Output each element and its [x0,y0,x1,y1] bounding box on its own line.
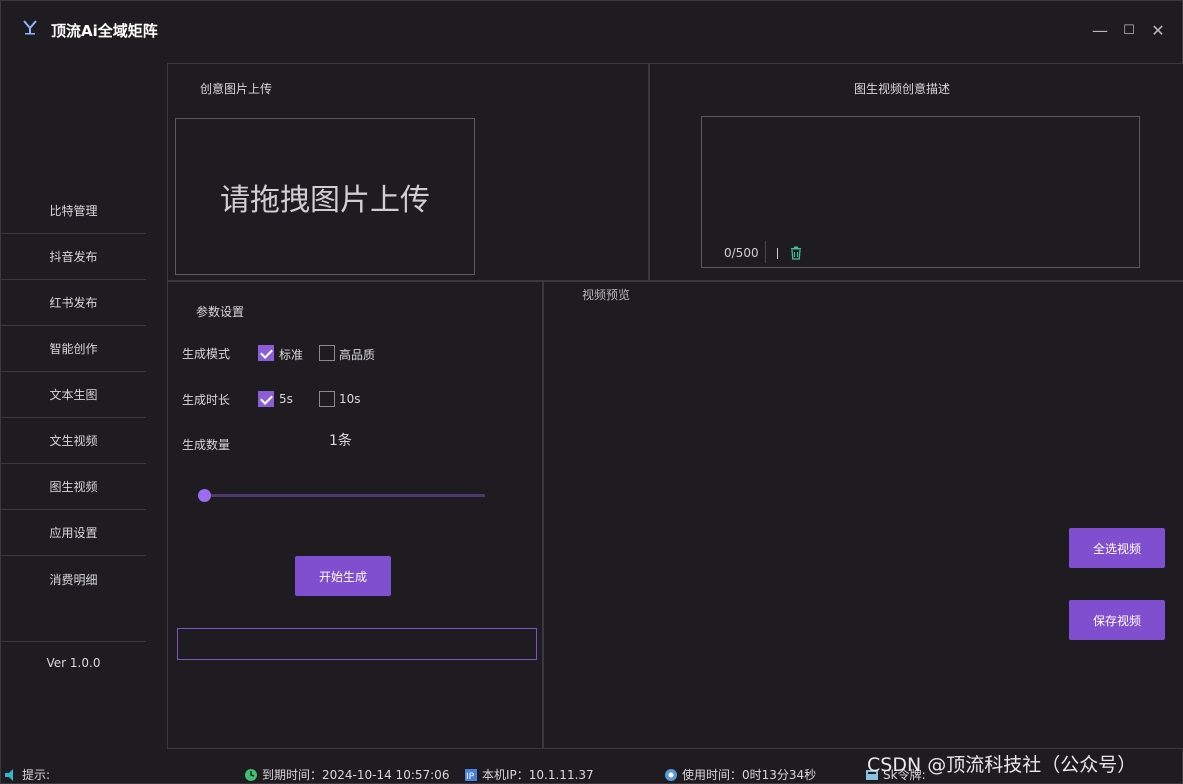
params-panel-title: 参数设置 [196,305,245,319]
mode-label: 生成模式 [182,347,231,361]
status-hint: 提示: [4,766,50,783]
duration-5s-checkbox[interactable] [258,391,274,407]
description-panel-title: 图生视频创意描述 [854,82,951,96]
clock-icon [245,768,257,781]
divider [765,241,766,263]
sidebar-item-consumption[interactable]: 消费明细 [1,556,146,602]
log-output-box [177,628,537,660]
minimize-button[interactable]: — [1090,21,1110,41]
status-expiry-text: 到期时间：2024-10-14 10:57:06 [262,768,450,782]
app-title: 顶流Ai全域矩阵 [51,22,158,40]
save-video-button[interactable]: 保存视频 [1069,600,1165,640]
status-expiry: 到期时间：2024-10-14 10:57:06 [244,766,449,783]
status-hint-text: 提示: [22,768,51,782]
text-cursor [777,248,778,259]
svg-text:IP: IP [466,772,475,782]
start-generate-button[interactable]: 开始生成 [295,556,391,596]
trash-icon[interactable] [789,246,803,260]
status-usage: 使用时间：0时13分34秒 [664,766,816,783]
mode-standard-label: 标准 [279,348,304,362]
title-bar: 顶流Ai全域矩阵 — ☐ ✕ [1,1,1183,61]
sidebar-item-app-settings[interactable]: 应用设置 [1,510,146,556]
description-textarea[interactable]: 0/500 [701,116,1140,268]
duration-10s-label: 10s [339,392,361,406]
ip-icon: IP [465,768,477,782]
sidebar-item-bit-management[interactable]: 比特管理 [1,188,146,234]
close-button[interactable]: ✕ [1148,21,1168,41]
preview-panel-title: 视频预览 [582,288,631,302]
sidebar-item-text-to-video[interactable]: 文生视频 [1,418,146,464]
upload-panel-title: 创意图片上传 [200,82,273,96]
sidebar-item-douyin-publish[interactable]: 抖音发布 [1,234,146,280]
status-usage-text: 使用时间：0时13分34秒 [682,768,817,782]
status-ip-text: 本机IP：10.1.11.37 [482,768,594,782]
count-value: 1条 [329,433,352,449]
count-slider-thumb[interactable] [198,489,211,502]
mode-high-quality-checkbox[interactable] [319,345,335,361]
mode-high-quality-label: 高品质 [339,348,376,362]
maximize-button[interactable]: ☐ [1119,21,1139,41]
watermark-text: CSDN @顶流科技社（公众号） [867,754,1137,776]
app-logo-icon [23,20,37,35]
mode-standard-checkbox[interactable] [258,345,274,361]
sidebar-item-text-to-image[interactable]: 文本生图 [1,372,146,418]
sidebar-item-smart-creation[interactable]: 智能创作 [1,326,146,372]
duration-10s-checkbox[interactable] [319,391,335,407]
image-drop-zone[interactable]: 请拖拽图片上传 [175,118,475,275]
select-all-videos-button[interactable]: 全选视频 [1069,528,1165,568]
sidebar-item-xiaohongshu-publish[interactable]: 红书发布 [1,280,146,326]
app-window: 顶流Ai全域矩阵 — ☐ ✕ 比特管理 抖音发布 红书发布 智能创作 文本生图 … [0,0,1183,784]
status-ip: IP 本机IP：10.1.11.37 [464,766,594,783]
preview-panel [543,281,1183,749]
count-label: 生成数量 [182,438,231,452]
version-label: Ver 1.0.0 [1,641,146,683]
duration-5s-label: 5s [279,392,293,406]
sidebar: 比特管理 抖音发布 红书发布 智能创作 文本生图 文生视频 图生视频 应用设置 … [1,61,146,751]
usage-icon [665,768,677,781]
char-counter: 0/500 [724,246,759,260]
speaker-icon [5,768,13,781]
duration-label: 生成时长 [182,393,231,407]
sidebar-item-image-to-video[interactable]: 图生视频 [1,464,146,510]
count-slider-track[interactable] [204,494,485,497]
